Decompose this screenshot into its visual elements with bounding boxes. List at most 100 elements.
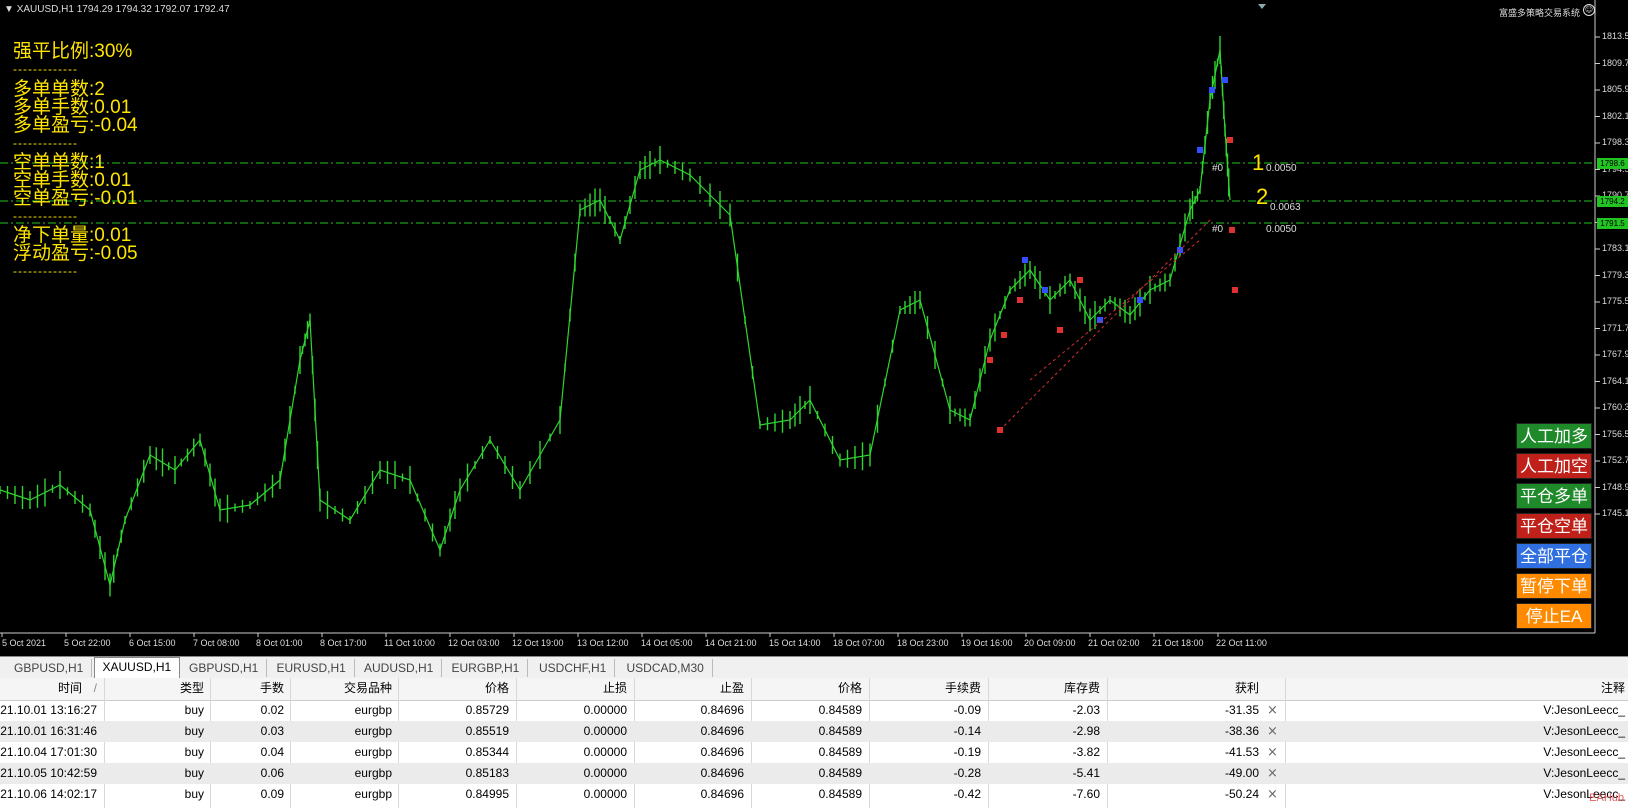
price-axis-label: 1775.5 <box>1602 296 1628 306</box>
table-cell: -0.14 <box>953 724 981 738</box>
manual-long-button[interactable]: 人工加多 <box>1516 423 1592 449</box>
tab-eurgbp-h1[interactable]: EURGBP,H1 <box>444 659 529 677</box>
info-separator: ------------- <box>13 209 78 223</box>
price-axis-label: 1752.7 <box>1602 455 1628 465</box>
trade-marker <box>1001 332 1007 338</box>
time-axis-label: 22 Oct 11:00 <box>1216 638 1267 648</box>
table-header: 时间 类型 手数 交易品种 价格 止损 止盈 价格 手续费 库存费 获利 注释 / <box>0 678 1628 701</box>
tab-usdcad-m30[interactable]: USDCAD,M30 <box>619 659 713 677</box>
time-axis-label: 21 Oct 02:00 <box>1088 638 1140 648</box>
tab-eurusd-h1[interactable]: EURUSD,H1 <box>269 659 355 677</box>
chart-tabs: GBPUSD,H1 XAUUSD,H1 GBPUSD,H1 EURUSD,H1 AUDU… <box>0 656 1628 680</box>
table-cell: 0.04 <box>260 745 284 759</box>
order-value-lower: 0.0050 <box>1266 224 1297 235</box>
table-cell: 0.02 <box>260 703 284 717</box>
table-cell: V:JesonLeecc_ <box>1543 766 1625 780</box>
order-count-2: 2 <box>1256 184 1269 209</box>
column-header[interactable]: 手续费 <box>945 678 981 699</box>
table-cell: -0.42 <box>953 787 981 801</box>
tab-audusd-h1[interactable]: AUDUSD,H1 <box>356 659 443 677</box>
table-cell: 21.10.05 10:42:59 <box>0 766 97 780</box>
price-axis-label: 1745.1 <box>1602 508 1628 518</box>
time-axis-label: 13 Oct 12:00 <box>577 638 629 648</box>
table-cell: 0.00000 <box>583 703 627 717</box>
column-header[interactable]: 注释 <box>1601 678 1625 699</box>
manual-short-button[interactable]: 人工加空 <box>1516 453 1592 479</box>
trade-marker <box>1232 287 1238 293</box>
column-header[interactable]: 库存费 <box>1064 678 1100 699</box>
close-long-button[interactable]: 平仓多单 <box>1516 483 1592 509</box>
chart-shift-marker <box>1258 4 1266 9</box>
price-chart[interactable] <box>0 0 1628 656</box>
table-cell: 0.84589 <box>818 766 862 780</box>
force-close-ratio: 强平比例:30% <box>13 41 133 62</box>
table-cell: 21.10.01 16:31:46 <box>0 724 97 738</box>
table-row[interactable]: 21.10.05 10:42:59 buy 0.06 eurgbp 0.85183 0.0… <box>0 763 1628 784</box>
tab-usdchf-h1[interactable]: USDCHF,H1 <box>531 659 616 677</box>
table-cell: eurgbp <box>354 745 392 759</box>
trade-marker <box>987 357 993 363</box>
stop-ea-button[interactable]: 停止EA <box>1516 603 1592 629</box>
column-header[interactable]: 获利 <box>1235 678 1259 699</box>
table-cell: 0.00000 <box>583 787 627 801</box>
tab-xauusd-h1[interactable]: XAUUSD,H1 <box>93 657 181 679</box>
table-row[interactable]: 21.10.01 16:31:46 buy 0.03 eurgbp 0.85519 0.0… <box>0 721 1628 742</box>
time-axis-label: 21 Oct 18:00 <box>1152 638 1204 648</box>
column-header[interactable]: 时间 <box>58 678 82 699</box>
trade-connector <box>1029 239 1201 381</box>
chart-area[interactable]: ▼ XAUUSD,H1 1794.29 1794.32 1792.07 1792… <box>0 0 1628 656</box>
column-header[interactable]: 止盈 <box>720 678 744 699</box>
close-all-button[interactable]: 全部平仓 <box>1516 543 1592 569</box>
time-axis-label: 18 Oct 07:00 <box>833 638 885 648</box>
close-order-icon[interactable]: × <box>1267 784 1278 805</box>
close-order-icon[interactable]: × <box>1267 700 1278 721</box>
table-cell: 0.84696 <box>700 745 744 759</box>
trade-marker <box>1197 147 1203 153</box>
table-row[interactable]: 21.10.04 17:01:30 buy 0.04 eurgbp 0.85344 0.0… <box>0 742 1628 763</box>
long-pnl: 多单盈亏:-0.04 <box>13 115 138 136</box>
time-axis-label: 8 Oct 17:00 <box>320 638 367 648</box>
column-header[interactable]: 价格 <box>485 678 509 699</box>
table-row[interactable]: 21.10.01 13:16:27 buy 0.02 eurgbp 0.85729 0.0… <box>0 700 1628 721</box>
column-header[interactable]: 止损 <box>603 678 627 699</box>
tab-gbpusd-h1[interactable]: GBPUSD,H1 <box>6 659 93 677</box>
table-cell: eurgbp <box>354 766 392 780</box>
table-cell: 0.00000 <box>583 745 627 759</box>
order-value-middle: 0.0063 <box>1270 202 1301 213</box>
close-short-button[interactable]: 平仓空单 <box>1516 513 1592 539</box>
table-cell: buy <box>184 703 204 717</box>
trade-marker <box>1209 87 1215 93</box>
close-order-icon[interactable]: × <box>1267 763 1278 784</box>
price-axis-label: 1783.1 <box>1602 243 1628 253</box>
table-cell: 0.84589 <box>818 787 862 801</box>
table-cell: V:JesonLeecc_ <box>1543 703 1625 717</box>
time-axis-label: 18 Oct 23:00 <box>897 638 949 648</box>
close-order-icon[interactable]: × <box>1267 721 1278 742</box>
pause-orders-button[interactable]: 暂停下单 <box>1516 573 1592 599</box>
table-cell: 0.00000 <box>583 724 627 738</box>
collapse-triangle-icon[interactable]: ▼ <box>4 4 14 15</box>
trade-marker <box>1057 327 1063 333</box>
column-header[interactable]: 类型 <box>180 678 204 699</box>
table-cell: buy <box>184 766 204 780</box>
column-header[interactable]: 交易品种 <box>344 678 392 699</box>
symbol-header: ▼ XAUUSD,H1 1794.29 1794.32 1792.07 1792… <box>4 4 230 15</box>
table-cell: eurgbp <box>354 724 392 738</box>
tab-gbpusd-h1[interactable]: GBPUSD,H1 <box>181 659 268 677</box>
column-header[interactable]: 手数 <box>260 678 284 699</box>
price-axis-label: 1813.5 <box>1602 31 1628 41</box>
trade-marker <box>1042 287 1048 293</box>
table-row[interactable]: 21.10.06 14:02:17 buy 0.09 eurgbp 0.84995 0.0… <box>0 784 1628 805</box>
column-header[interactable]: 价格 <box>838 678 862 699</box>
table-cell: -2.03 <box>1072 703 1100 717</box>
price-trace <box>0 49 1231 586</box>
price-axis-label: 1748.9 <box>1602 481 1628 492</box>
info-separator: ------------- <box>13 136 78 150</box>
table-cell: 0.09 <box>260 787 284 801</box>
order-value-upper: 0.0050 <box>1266 163 1297 174</box>
close-order-icon[interactable]: × <box>1267 742 1278 763</box>
info-separator: ------------- <box>13 264 78 278</box>
table-cell: eurgbp <box>354 787 392 801</box>
table-cell: 0.84589 <box>818 724 862 738</box>
table-cell: -0.28 <box>953 766 981 780</box>
